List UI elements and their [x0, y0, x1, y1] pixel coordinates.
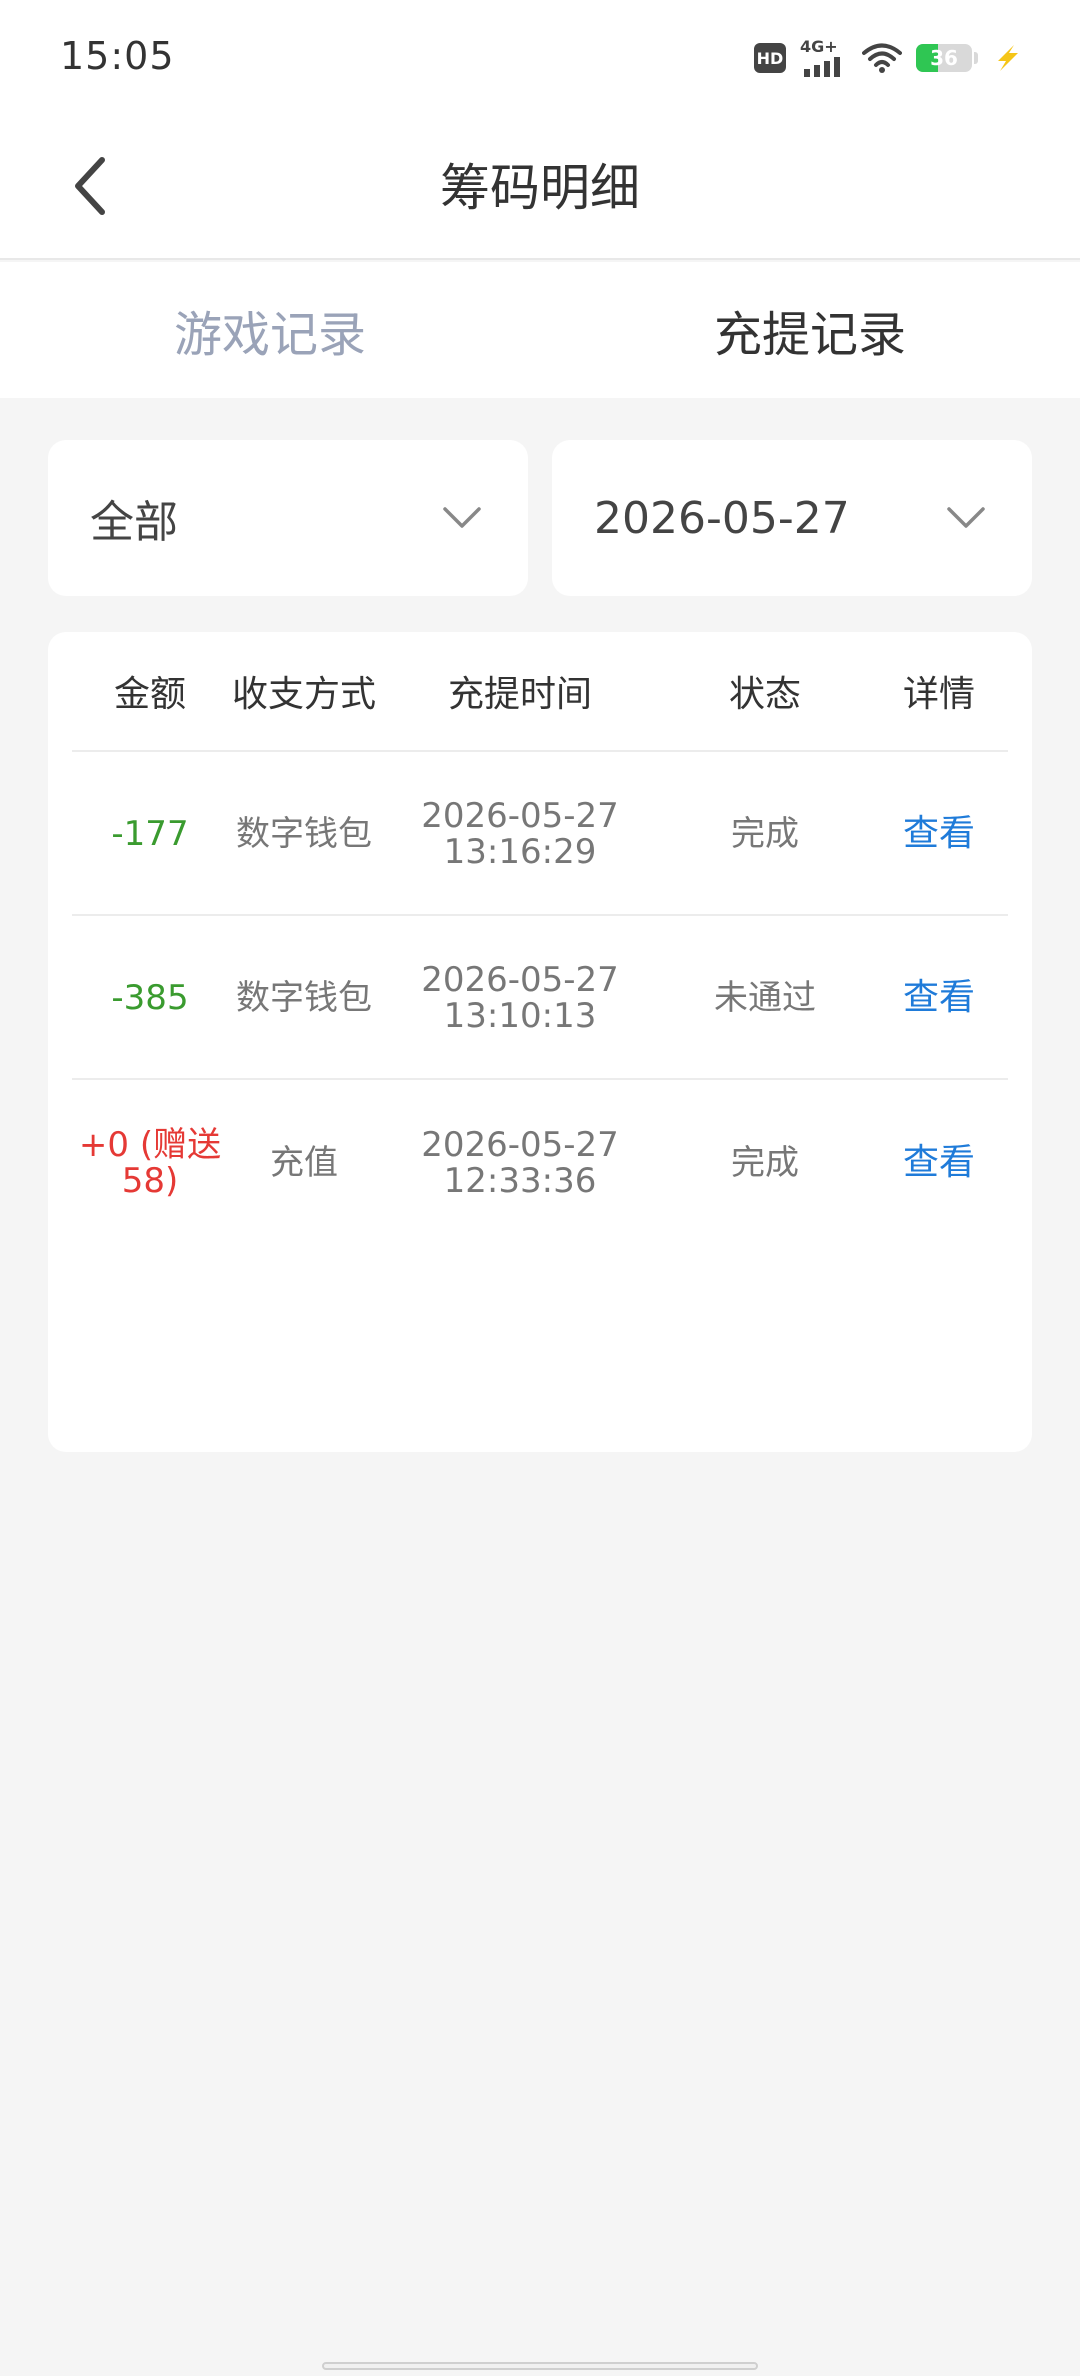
- home-indicator[interactable]: [322, 2362, 758, 2370]
- row-amount-line1: +0 (赠送: [78, 1125, 222, 1165]
- back-button[interactable]: [50, 146, 130, 226]
- date-filter-value: 2026-05-27: [594, 492, 850, 544]
- filter-bar: 全部 2026-05-27: [48, 440, 1032, 596]
- row-status: 未通过: [714, 978, 816, 1018]
- row-clock: 12:33:36: [443, 1161, 597, 1201]
- tab-game-records[interactable]: 游戏记录: [0, 262, 540, 398]
- table-row: -385 数字钱包 2026-05-27 13:10:13 未通过 查看: [72, 918, 1008, 1080]
- network-type-label: 4G+: [800, 37, 838, 56]
- row-status: 完成: [731, 814, 799, 854]
- battery-tip: [974, 52, 978, 64]
- row-date: 2026-05-27: [421, 1125, 619, 1165]
- row-status: 完成: [731, 1143, 799, 1183]
- app-bar: 筹码明细: [0, 116, 1080, 260]
- row-method: 数字钱包: [236, 814, 372, 854]
- battery-level: 36: [930, 46, 958, 70]
- status-icons: HD 4G+ 36: [754, 38, 1022, 78]
- table-row: +0 (赠送 58) 充值 2026-05-27 12:33:36 完成 查看: [72, 1082, 1008, 1244]
- page-title: 筹码明细: [440, 159, 640, 217]
- view-detail-link[interactable]: 查看: [870, 1145, 1008, 1181]
- status-time: 15:05: [60, 34, 175, 78]
- column-header-time: 充提时间: [447, 674, 592, 715]
- row-method: 充值: [270, 1143, 338, 1183]
- row-clock: 13:10:13: [443, 996, 597, 1036]
- column-header-amount: 金额: [113, 674, 186, 715]
- column-header-detail: 详情: [902, 674, 975, 715]
- records-card: 金额 收支方式 充提时间 状态 详情 -177 数字钱包 2026-05-27 …: [48, 632, 1032, 1452]
- chevron-left-icon: [75, 157, 105, 215]
- row-date: 2026-05-27: [421, 796, 619, 836]
- date-filter-select[interactable]: 2026-05-27: [552, 440, 1032, 596]
- table-row: -177 数字钱包 2026-05-27 13:16:29 完成 查看: [72, 754, 1008, 916]
- view-detail-link[interactable]: 查看: [870, 816, 1008, 852]
- row-clock: 13:16:29: [443, 832, 597, 872]
- row-amount: -177: [111, 814, 189, 854]
- charging-icon: [998, 45, 1018, 71]
- status-bar: 15:05 HD 4G+ 36: [0, 0, 1080, 116]
- tab-deposit-withdraw-records[interactable]: 充提记录: [540, 262, 1080, 398]
- table-header: 金额 收支方式 充提时间 状态 详情: [72, 632, 1008, 752]
- hd-icon: HD: [754, 43, 786, 73]
- type-filter-value: 全部: [90, 497, 178, 548]
- wifi-icon: [862, 43, 902, 73]
- column-header-status: 状态: [728, 674, 801, 715]
- row-amount: +0 (赠送 58): [72, 1127, 228, 1199]
- row-amount: -385: [111, 978, 189, 1018]
- chevron-down-icon: [443, 507, 481, 528]
- row-time: 2026-05-27 13:10:13: [380, 962, 660, 1034]
- battery-icon: 36: [916, 44, 972, 72]
- row-time: 2026-05-27 13:16:29: [380, 798, 660, 870]
- row-method: 数字钱包: [236, 978, 372, 1018]
- signal-bars: [804, 57, 840, 77]
- row-date: 2026-05-27: [421, 960, 619, 1000]
- row-amount-line2: 58): [121, 1161, 179, 1201]
- signal-icon: 4G+: [800, 39, 848, 77]
- record-tabs: 游戏记录 充提记录: [0, 262, 1080, 398]
- view-detail-link[interactable]: 查看: [870, 980, 1008, 1016]
- row-time: 2026-05-27 12:33:36: [380, 1127, 660, 1199]
- type-filter-select[interactable]: 全部: [48, 440, 528, 596]
- column-header-method: 收支方式: [231, 674, 376, 715]
- chevron-down-icon: [947, 507, 985, 528]
